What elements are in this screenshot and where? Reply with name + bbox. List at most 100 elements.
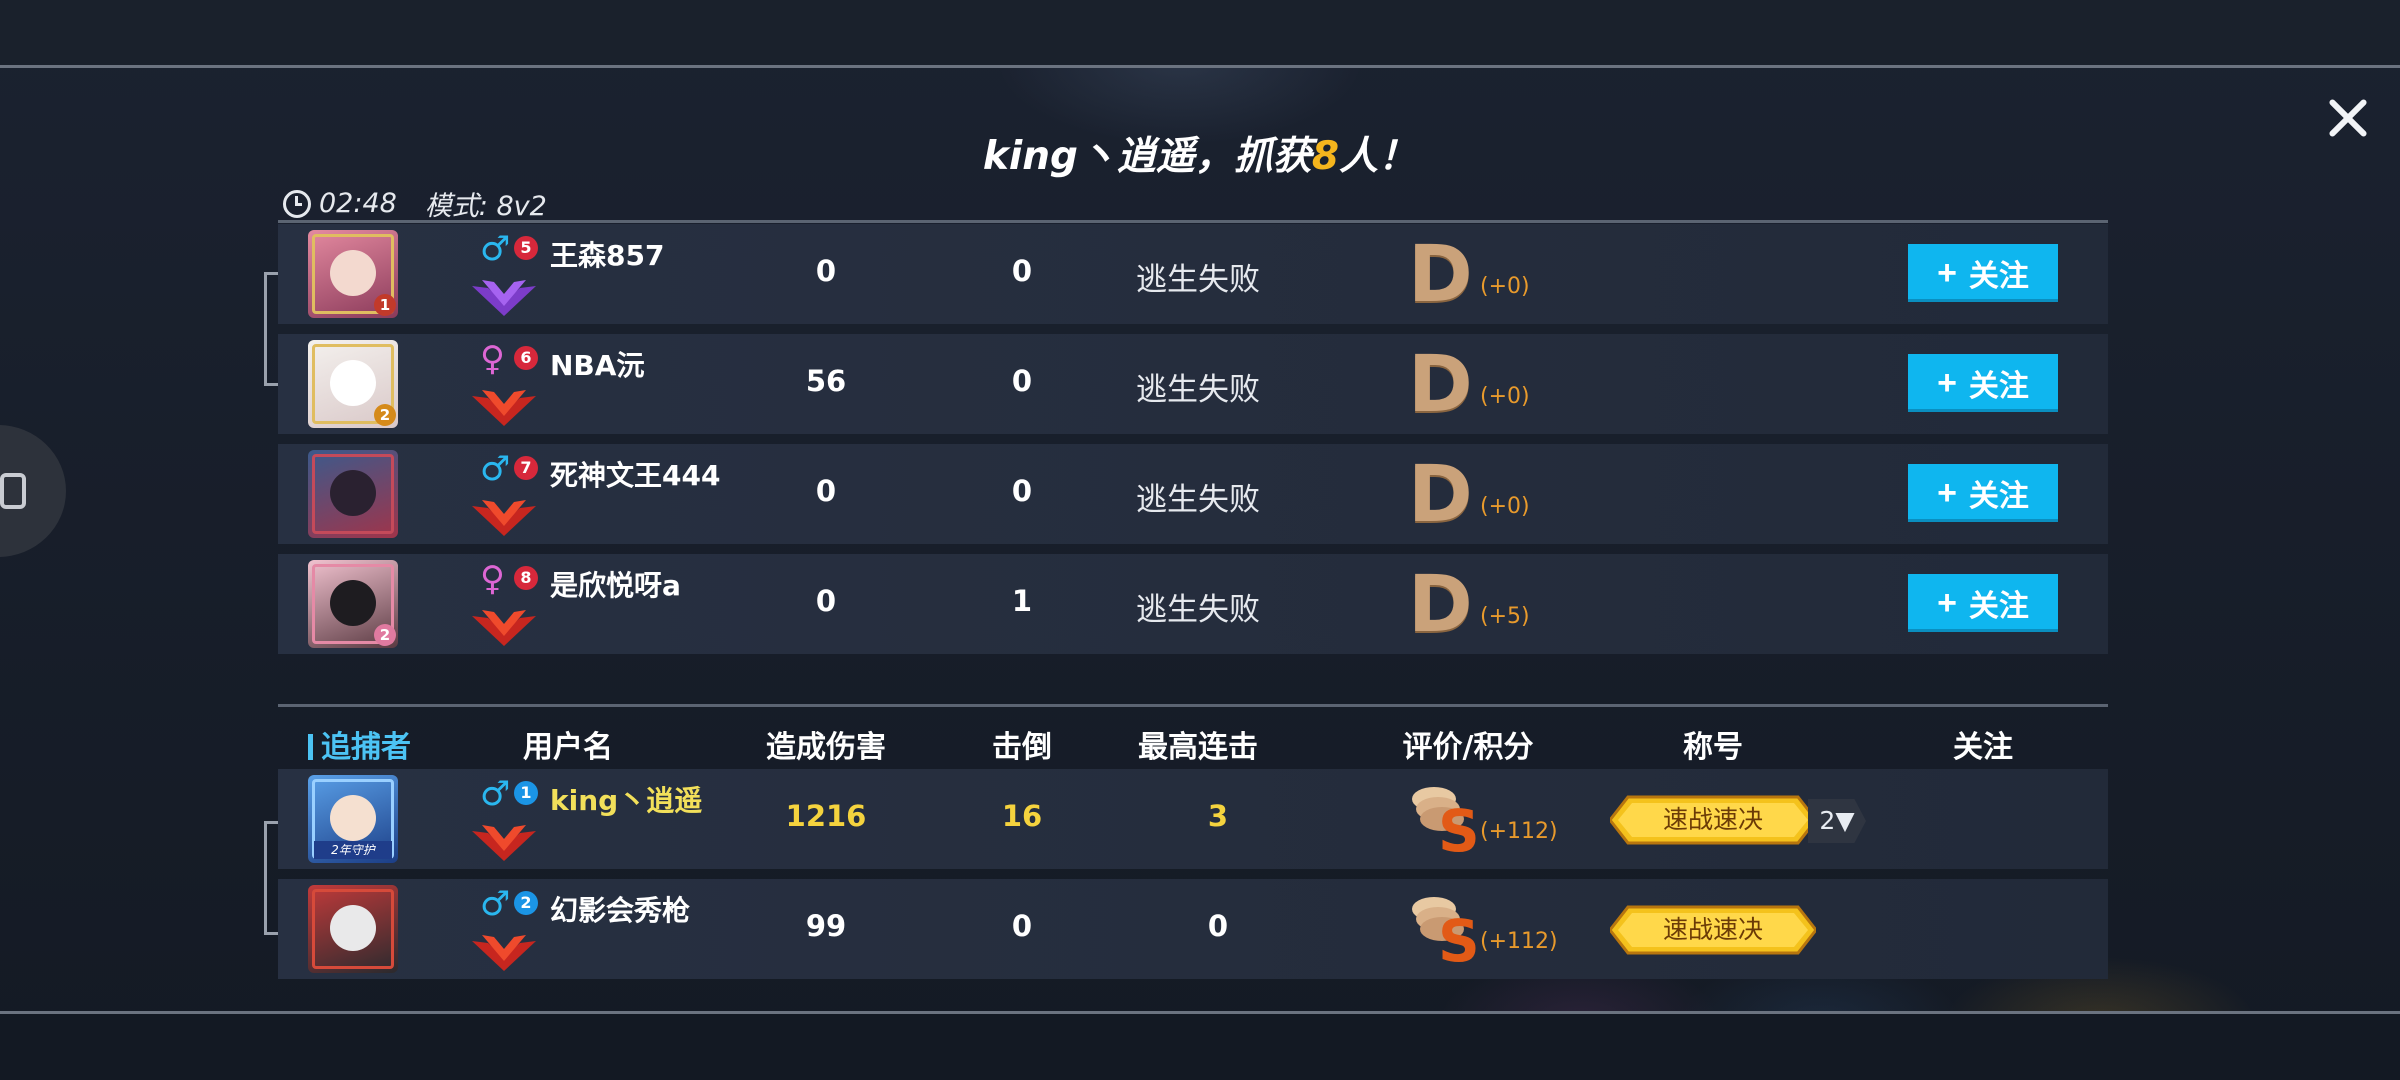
female-icon: ♀ bbox=[480, 559, 505, 599]
cup-icon bbox=[0, 473, 26, 509]
username[interactable]: 王森857 bbox=[550, 234, 664, 274]
grade-points: (+0) bbox=[1480, 494, 1530, 519]
plus-icon: + bbox=[1937, 363, 1957, 402]
column-grade: 评价/积分 bbox=[1402, 730, 1534, 765]
follow-button[interactable]: + 关注 bbox=[1908, 464, 2058, 522]
combo-value: 0 bbox=[1207, 909, 1229, 943]
damage-value: 99 bbox=[805, 909, 847, 943]
grade-points: (+0) bbox=[1480, 384, 1530, 409]
plus-icon: + bbox=[1937, 253, 1957, 292]
capture-count: 8 bbox=[1311, 134, 1340, 179]
avatar-face bbox=[330, 905, 376, 951]
escape-status: 逃生失败 bbox=[1136, 372, 1260, 408]
tier-emblem-icon bbox=[472, 610, 536, 646]
bottom-divider bbox=[0, 1011, 2400, 1014]
follow-label: 关注 bbox=[1968, 480, 2029, 513]
seat-number: 7 bbox=[514, 456, 538, 480]
follow-label: 关注 bbox=[1968, 590, 2029, 623]
username[interactable]: king丶逍遥 bbox=[550, 779, 702, 819]
grade-d-icon: D bbox=[1408, 340, 1473, 430]
hunter-row: 2年守护 ♂ 1 king丶逍遥 1216 16 3 S (+112) 速战速决… bbox=[278, 769, 2108, 869]
damage-value: 0 bbox=[815, 254, 837, 288]
avatar[interactable] bbox=[308, 450, 398, 538]
avatar-face bbox=[330, 250, 376, 296]
tier-emblem-icon bbox=[472, 825, 536, 861]
result-title: king丶逍遥，抓获8人！ bbox=[0, 125, 2400, 181]
avatar[interactable]: 2年守护 bbox=[308, 775, 398, 863]
seat-number: 5 bbox=[514, 236, 538, 260]
escape-status: 逃生失败 bbox=[1136, 262, 1260, 298]
title-suffix: 人！ bbox=[1339, 134, 1418, 179]
avatar-rank-badge: 2 bbox=[374, 404, 396, 426]
match-meta: 02:48 模式: 8v2 bbox=[283, 184, 547, 223]
male-icon: ♂ bbox=[480, 884, 511, 924]
follow-button[interactable]: + 关注 bbox=[1908, 354, 2058, 412]
escape-status: 逃生失败 bbox=[1136, 592, 1260, 628]
username[interactable]: NBA沅 bbox=[550, 344, 644, 384]
combo-value: 3 bbox=[1207, 799, 1229, 833]
grade-points: (+112) bbox=[1480, 819, 1558, 844]
username[interactable]: 幻影会秀枪 bbox=[550, 889, 690, 929]
column-combo: 最高连击 bbox=[1138, 730, 1258, 765]
column-kills: 击倒 bbox=[992, 730, 1052, 765]
top-divider bbox=[0, 65, 2400, 68]
damage-value: 0 bbox=[815, 474, 837, 508]
escaper-row: ♂ 7 死神文王444 0 0 逃生失败 D (+0) + 关注 bbox=[278, 444, 2108, 544]
follow-button[interactable]: + 关注 bbox=[1908, 244, 2058, 302]
title-text: 速战速决 bbox=[1662, 805, 1763, 834]
clock-icon bbox=[283, 189, 311, 218]
kills-value: 16 bbox=[1001, 799, 1043, 833]
grade-points: (+5) bbox=[1480, 604, 1530, 629]
column-title: 称号 bbox=[1683, 730, 1743, 765]
follow-label: 关注 bbox=[1968, 370, 2029, 403]
kills-value: 0 bbox=[1011, 254, 1033, 288]
title-badge[interactable]: 速战速决 bbox=[1608, 903, 1818, 957]
tier-emblem-icon bbox=[472, 390, 536, 426]
column-follow: 关注 bbox=[1953, 730, 2013, 765]
hunter-row: ♂ 2 幻影会秀枪 99 0 0 S (+112) 速战速决 bbox=[278, 879, 2108, 979]
seat-number: 6 bbox=[514, 346, 538, 370]
avatar[interactable]: 1 bbox=[308, 230, 398, 318]
grade-s-icon: S bbox=[1412, 787, 1480, 855]
kills-value: 0 bbox=[1011, 909, 1033, 943]
grade-d-icon: D bbox=[1408, 230, 1473, 320]
grade-points: (+112) bbox=[1480, 929, 1558, 954]
avatar-face bbox=[330, 795, 376, 841]
follow-button[interactable]: + 关注 bbox=[1908, 574, 2058, 632]
column-damage: 造成伤害 bbox=[766, 730, 886, 765]
seat-number: 2 bbox=[514, 891, 538, 915]
avatar-face bbox=[330, 360, 376, 406]
grade-d-icon: D bbox=[1408, 450, 1473, 540]
avatar-rank-badge: 1 bbox=[374, 294, 396, 316]
username[interactable]: 死神文王444 bbox=[550, 454, 720, 494]
follow-label: 关注 bbox=[1968, 260, 2029, 293]
hunter-table-header: 追捕者 用户名 造成伤害 击倒 最高连击 评价/积分 称号 关注 bbox=[278, 712, 2108, 768]
avatar[interactable] bbox=[308, 885, 398, 973]
escaper-top-divider bbox=[278, 220, 2108, 223]
avatar-face bbox=[330, 470, 376, 516]
male-icon: ♂ bbox=[480, 774, 511, 814]
female-icon: ♀ bbox=[480, 339, 505, 379]
team-bracket bbox=[264, 821, 279, 935]
plus-icon: + bbox=[1937, 583, 1957, 622]
top-bar bbox=[0, 0, 2400, 65]
title-text: 速战速决 bbox=[1662, 915, 1763, 944]
avatar[interactable]: 2 bbox=[308, 560, 398, 648]
seat-number: 1 bbox=[514, 781, 538, 805]
title-badge[interactable]: 速战速决 bbox=[1608, 793, 1818, 847]
avatar-label: 2年守护 bbox=[314, 841, 392, 859]
column-username: 用户名 bbox=[523, 730, 613, 765]
plus-icon: + bbox=[1937, 473, 1957, 512]
grade-s-icon: S bbox=[1412, 897, 1480, 965]
grade-letter: S bbox=[1438, 797, 1480, 855]
kills-value: 1 bbox=[1011, 584, 1033, 618]
title-text: king丶逍遥，抓获 bbox=[982, 134, 1312, 179]
username[interactable]: 是欣悦呀a bbox=[550, 564, 681, 604]
title-count-dropdown[interactable]: 2▼ bbox=[1808, 799, 1866, 843]
male-icon: ♂ bbox=[480, 449, 511, 489]
bottom-bar bbox=[0, 1014, 2400, 1080]
escaper-row: 1 ♂ 5 王森857 0 0 逃生失败 D (+0) + 关注 bbox=[278, 224, 2108, 324]
avatar[interactable]: 2 bbox=[308, 340, 398, 428]
tier-emblem-icon bbox=[472, 280, 536, 316]
team-label: 追捕者 bbox=[308, 722, 411, 766]
